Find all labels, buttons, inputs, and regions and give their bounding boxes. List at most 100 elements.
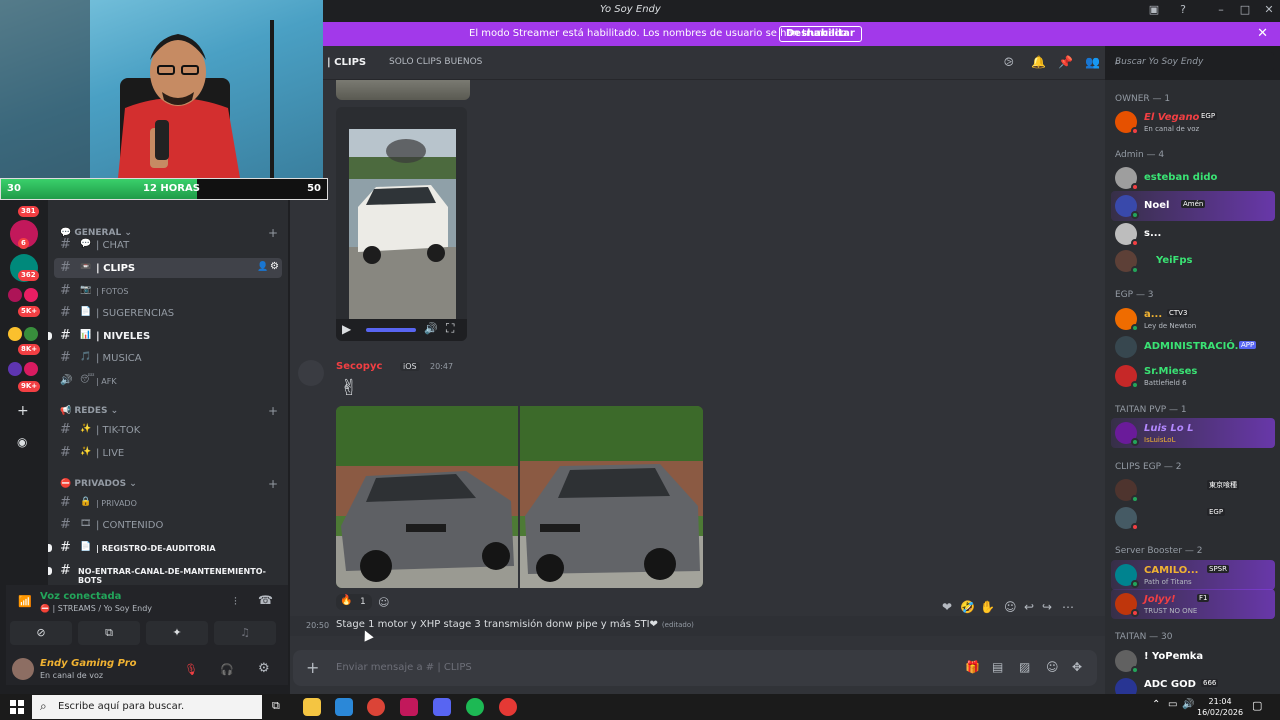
sticker-icon[interactable]: ▨	[1019, 660, 1030, 674]
fullscreen-icon[interactable]: ⛶	[446, 321, 454, 336]
video-attachment[interactable]: ▶ 🔊 ⛶	[336, 107, 467, 341]
windows-start-icon[interactable]	[10, 700, 24, 714]
store-icon[interactable]	[335, 698, 353, 716]
soundboard-button[interactable]: ♫	[214, 621, 276, 645]
camera-off-button[interactable]: ⊘	[10, 621, 72, 645]
gear-icon[interactable]: ⚙	[270, 261, 279, 272]
channel-chat[interactable]: # 💬 | CHAT	[54, 235, 282, 255]
member-item[interactable]: Noel Amén	[1111, 191, 1275, 221]
search-input[interactable]: Buscar Yo Soy Endy ⌕	[1108, 52, 1274, 72]
volume-icon[interactable]: 🔊	[424, 322, 438, 335]
app-icon[interactable]	[400, 698, 418, 716]
channel-live[interactable]: # ✨ | LIVE	[54, 443, 282, 463]
threads-icon[interactable]: ⧁	[1004, 55, 1014, 70]
deafen-icon[interactable]: 🎧	[220, 663, 234, 676]
add-channel-icon[interactable]: +	[268, 477, 278, 491]
forward-icon[interactable]: ↪	[1042, 600, 1052, 614]
message-row[interactable]: 20:50 Stage 1 motor y XHP stage 3 transm…	[290, 616, 1105, 636]
server-folder-icon[interactable]	[24, 362, 38, 376]
task-view-icon[interactable]: ⧉	[272, 699, 280, 713]
reply-icon[interactable]: ↩	[1024, 600, 1034, 614]
attachment-image[interactable]	[520, 406, 703, 588]
channel-afk[interactable]: 🔊 😴 | AFK	[54, 371, 282, 391]
channel-sugerencias[interactable]: # 📄 | SUGERENCIAS	[54, 303, 282, 323]
channel-niveles[interactable]: # 📊 | NIVELES	[48, 326, 282, 346]
channel-tiktok[interactable]: # ✨ | TIK-TOK	[54, 420, 282, 440]
channel-fotos[interactable]: # 📷 | FOTOS	[54, 281, 282, 301]
member-item[interactable]: Sr.Mieses Battlefield 6	[1111, 361, 1275, 391]
channel-musica[interactable]: # 🎵 | MUSICA	[54, 348, 282, 368]
screen-share-button[interactable]: ⧉	[78, 621, 140, 645]
channel-mantenimiento-bots[interactable]: # NO-ENTRAR-CANAL-DE-MANTENEMIENTO-BOTS	[48, 561, 282, 585]
channel-clips[interactable]: # 📼 | CLIPS 👤 ⚙	[54, 258, 282, 278]
channel-registro-auditoria[interactable]: # 📄 | REGISTRO-DE-AUDITORIA	[48, 538, 282, 558]
add-server-icon[interactable]: +	[17, 403, 29, 419]
hand-reaction-icon[interactable]: ✋	[980, 600, 995, 614]
member-item[interactable]: Luis Lo L IsLuisLoL	[1111, 418, 1275, 448]
bell-icon[interactable]: 🔔	[1031, 55, 1046, 69]
tray-chevron-icon[interactable]: ⌃	[1152, 699, 1160, 710]
add-reaction-icon[interactable]: ☺	[378, 596, 389, 609]
member-item[interactable]: s...	[1111, 219, 1275, 249]
gift-icon[interactable]: 🎁	[965, 660, 980, 674]
inbox-icon[interactable]: ▣	[1147, 3, 1161, 17]
server-folder-icon[interactable]	[24, 288, 38, 302]
help-icon[interactable]: ?	[1176, 3, 1190, 17]
reaction-chip[interactable]: 🔥 1	[336, 594, 372, 610]
activities-button[interactable]: ✦	[146, 621, 208, 645]
invite-icon[interactable]: 👤	[257, 262, 268, 272]
volume-icon[interactable]: 🔊	[1182, 699, 1194, 710]
member-item[interactable]: a... CTV3 Ley de Newton	[1111, 304, 1275, 334]
obs-icon[interactable]	[499, 698, 517, 716]
clock[interactable]: 21:04 16/02/2026	[1197, 696, 1243, 718]
apps-icon[interactable]: ✥	[1072, 660, 1082, 674]
explore-icon[interactable]: ◉	[17, 435, 27, 449]
emoji-icon[interactable]: ☺	[1046, 660, 1059, 674]
add-attachment-icon[interactable]: +	[306, 658, 319, 677]
close-window-button[interactable]: ✕	[1262, 3, 1276, 17]
disconnect-icon[interactable]: ☎	[258, 593, 273, 607]
avatar[interactable]	[298, 360, 324, 386]
noise-suppression-icon[interactable]: ⫶	[234, 595, 237, 609]
heart-reaction-icon[interactable]: ❤	[942, 600, 952, 614]
member-item[interactable]: EGP	[1111, 503, 1275, 533]
video-progress[interactable]	[366, 328, 416, 332]
avatar[interactable]	[12, 658, 34, 680]
channel-privado[interactable]: # 🔒 | PRIVADO	[54, 493, 282, 513]
server-folder-icon[interactable]	[8, 327, 22, 341]
mic-muted-icon[interactable]: 🎙	[184, 663, 198, 676]
member-item[interactable]: YeiFps	[1111, 246, 1275, 276]
server-folder-icon[interactable]	[24, 327, 38, 341]
taskbar-search[interactable]: ⌕ Escribe aquí para buscar.	[32, 695, 262, 719]
member-list-icon[interactable]: 👥	[1085, 55, 1100, 69]
member-item[interactable]: ADMINISTRACIÓ... APP	[1111, 332, 1275, 362]
member-item[interactable]: esteban dido	[1111, 163, 1275, 193]
network-icon[interactable]: ▭	[1168, 699, 1177, 710]
close-icon[interactable]: ✕	[1257, 26, 1268, 41]
add-reaction-icon[interactable]: ☺	[1004, 600, 1017, 614]
discord-icon[interactable]	[433, 698, 451, 716]
server-folder-icon[interactable]	[8, 362, 22, 376]
member-item[interactable]: 東京喰種	[1111, 475, 1275, 505]
disable-streamer-button[interactable]: Deshabilitar	[779, 26, 862, 42]
member-item[interactable]: El Vegano EGP En canal de voz	[1111, 107, 1275, 137]
server-folder-icon[interactable]	[8, 288, 22, 302]
attachment-image[interactable]	[336, 80, 470, 100]
gif-icon[interactable]: ▤	[992, 660, 1003, 674]
minimize-button[interactable]: –	[1214, 3, 1228, 17]
notifications-icon[interactable]: ▢	[1252, 699, 1262, 712]
chrome-icon[interactable]	[367, 698, 385, 716]
gear-icon[interactable]: ⚙	[258, 661, 270, 676]
maximize-button[interactable]: □	[1238, 3, 1252, 17]
laugh-reaction-icon[interactable]: 🤣	[960, 600, 975, 614]
category-privados[interactable]: ⛔ PRIVADOS ⌄ +	[60, 477, 278, 491]
add-channel-icon[interactable]: +	[268, 404, 278, 418]
pin-icon[interactable]: 📌	[1058, 55, 1073, 69]
play-icon[interactable]: ▶	[342, 322, 351, 336]
spotify-icon[interactable]	[466, 698, 484, 716]
category-redes[interactable]: 📢 REDES ⌄ +	[60, 404, 278, 418]
member-item[interactable]: Jolyy! F1 TRUST NO ONE	[1111, 589, 1275, 619]
member-item[interactable]: ADC GOD 666	[1111, 674, 1275, 694]
message-author[interactable]: Secopyc	[336, 361, 382, 372]
more-icon[interactable]: ⋯	[1062, 600, 1074, 614]
